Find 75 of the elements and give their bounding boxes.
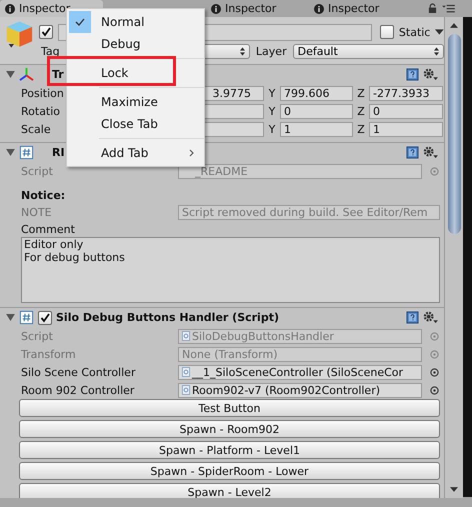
debug-button[interactable]: Spawn - SpiderRoom - Lower bbox=[19, 462, 440, 480]
up-down-arrows-icon bbox=[434, 47, 440, 56]
property-label: Room 902 Controller bbox=[21, 384, 134, 396]
info-icon bbox=[5, 4, 15, 14]
property-label: Silo Scene Controller bbox=[21, 366, 136, 378]
active-checkbox[interactable] bbox=[38, 25, 53, 39]
number-field[interactable]: -277.3933 bbox=[369, 86, 443, 100]
scroll-up-arrow-icon[interactable] bbox=[450, 23, 458, 28]
axis-label: Y bbox=[268, 122, 276, 136]
property-label: Position bbox=[21, 86, 64, 100]
axis-label: Z bbox=[356, 104, 366, 118]
number-field[interactable]: 1 bbox=[280, 122, 353, 136]
up-down-arrows-icon bbox=[240, 47, 245, 56]
settings-icon[interactable] bbox=[423, 146, 438, 159]
help-book-icon[interactable] bbox=[406, 311, 420, 324]
layer-label: Layer bbox=[256, 45, 287, 58]
object-field: None (Transform) bbox=[178, 346, 422, 362]
script-field: _README bbox=[178, 164, 422, 178]
enabled-checkbox[interactable] bbox=[38, 310, 52, 324]
info-icon bbox=[314, 4, 324, 14]
foldout-arrow-icon[interactable] bbox=[6, 314, 15, 321]
number-field[interactable]: 799.606 bbox=[280, 86, 353, 100]
debug-button[interactable]: Test Button bbox=[19, 399, 440, 417]
debug-button[interactable]: Spawn - Platform - Level1 bbox=[19, 441, 440, 459]
axis-label: Y bbox=[268, 104, 276, 118]
menu-item[interactable]: Add Tab bbox=[69, 142, 204, 164]
foldout-arrow-icon[interactable] bbox=[6, 149, 15, 156]
static-label: Static bbox=[398, 26, 430, 38]
layer-dropdown[interactable]: Default bbox=[292, 44, 444, 59]
script-icon bbox=[182, 385, 190, 395]
component-title: Tr bbox=[52, 68, 64, 81]
help-book-icon[interactable] bbox=[406, 146, 420, 159]
property-label: Rotatio bbox=[21, 104, 60, 118]
lock-icon[interactable] bbox=[428, 3, 437, 14]
axis-label: Y bbox=[268, 86, 276, 100]
component-title: RI bbox=[52, 146, 65, 159]
script-icon bbox=[19, 145, 34, 160]
object-field[interactable]: Room902-v7 (Room902Controller) bbox=[178, 382, 422, 398]
menu-item[interactable]: Debug bbox=[69, 33, 204, 55]
script-icon bbox=[19, 310, 34, 325]
object-field: SiloDebugButtonsHandler bbox=[178, 328, 422, 344]
menu-icon[interactable] bbox=[442, 4, 455, 13]
number-field[interactable]: 0 bbox=[280, 104, 353, 118]
note-field: Script removed during build. See Editor/Rem bbox=[178, 204, 440, 220]
help-book-icon[interactable] bbox=[406, 68, 420, 81]
scroll-down-arrow-icon[interactable] bbox=[450, 487, 458, 492]
menu-item[interactable]: Close Tab bbox=[69, 113, 204, 135]
axis-label: Z bbox=[356, 86, 366, 100]
object-field[interactable]: __1_SiloSceneController (SiloSceneCor bbox=[178, 364, 422, 380]
property-label: Transform bbox=[21, 348, 76, 360]
debug-button[interactable]: Spawn - Level2 bbox=[19, 483, 440, 498]
static-checkbox[interactable] bbox=[380, 25, 394, 39]
debug-button[interactable]: Spawn - Room902 bbox=[19, 420, 440, 438]
notice-heading: Notice: bbox=[21, 189, 66, 203]
dropdown-arrow-icon[interactable] bbox=[435, 29, 444, 35]
inspector-tab[interactable]: Inspector bbox=[206, 0, 309, 17]
axis-label: Z bbox=[356, 122, 366, 136]
property-label: Script bbox=[21, 164, 53, 178]
scrollbar[interactable] bbox=[444, 17, 463, 498]
script-icon bbox=[182, 367, 190, 377]
foldout-arrow-icon[interactable] bbox=[6, 71, 15, 78]
script-icon bbox=[182, 331, 190, 341]
settings-icon[interactable] bbox=[423, 311, 438, 324]
number-field[interactable]: 0 bbox=[369, 104, 443, 118]
number-field[interactable]: 1 bbox=[369, 122, 443, 136]
property-label: Script bbox=[21, 330, 53, 342]
property-label: NOTE bbox=[21, 206, 52, 218]
component-title: Silo Debug Buttons Handler (Script) bbox=[56, 311, 279, 324]
inspector-tab[interactable]: Inspector bbox=[309, 0, 412, 17]
property-label: Scale bbox=[21, 122, 51, 136]
comment-label: Comment bbox=[21, 223, 76, 237]
comment-text-area[interactable]: Editor only For debug buttons bbox=[21, 237, 440, 303]
axes-icon bbox=[19, 67, 34, 82]
info-icon bbox=[211, 4, 221, 14]
settings-icon[interactable] bbox=[423, 68, 438, 81]
